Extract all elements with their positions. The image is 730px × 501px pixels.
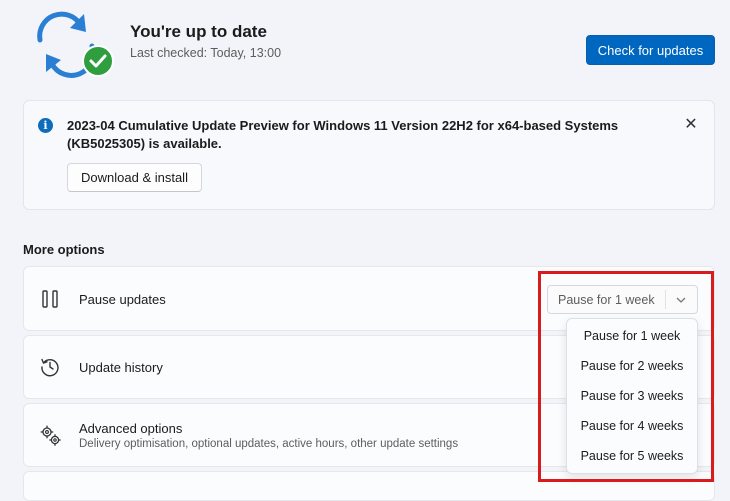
- pause-icon: [41, 290, 59, 308]
- close-icon[interactable]: ✕: [680, 113, 702, 135]
- sync-status-icon: [28, 8, 116, 78]
- pause-option-1-week[interactable]: Pause for 1 week: [567, 322, 697, 350]
- advanced-options-description: Delivery optimisation, optional updates,…: [79, 438, 459, 450]
- update-notice-text: 2023-04 Cumulative Update Preview for Wi…: [67, 118, 619, 151]
- pause-option-4-weeks[interactable]: Pause for 4 weeks: [567, 412, 697, 440]
- pause-option-2-weeks[interactable]: Pause for 2 weeks: [567, 352, 697, 380]
- gears-icon: [40, 425, 62, 447]
- check-for-updates-button[interactable]: Check for updates: [586, 35, 715, 65]
- chevron-down-icon: [670, 291, 692, 309]
- next-option-row[interactable]: [23, 471, 715, 501]
- pause-duration-select[interactable]: Pause for 1 week: [547, 285, 698, 314]
- pause-duration-menu: Pause for 1 week Pause for 2 weeks Pause…: [566, 318, 698, 474]
- history-icon: [40, 357, 60, 377]
- pause-updates-label: Pause updates: [79, 292, 166, 307]
- info-icon: i: [38, 118, 53, 133]
- advanced-options-label: Advanced options: [79, 421, 183, 436]
- pause-selected-value: Pause for 1 week: [558, 293, 655, 307]
- last-checked-text: Last checked: Today, 13:00: [130, 46, 282, 60]
- pause-option-3-weeks[interactable]: Pause for 3 weeks: [567, 382, 697, 410]
- download-install-button[interactable]: Download & install: [67, 163, 202, 192]
- more-options-heading: More options: [23, 242, 105, 257]
- update-history-label: Update history: [79, 360, 163, 375]
- pause-option-5-weeks[interactable]: Pause for 5 weeks: [567, 442, 697, 470]
- status-title: You're up to date: [130, 22, 267, 41]
